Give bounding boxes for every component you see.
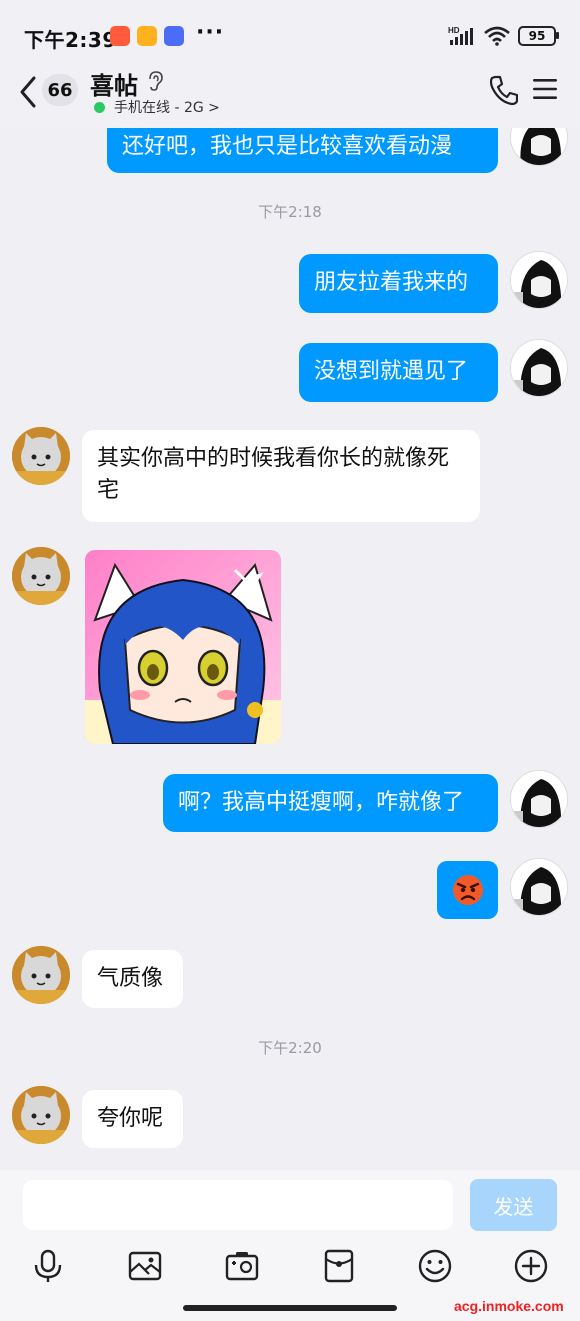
message-timestamp: 下午2:20 (258, 1039, 322, 1057)
online-status-text[interactable]: 手机在线 - 2G > (114, 97, 220, 117)
back-button[interactable] (14, 72, 44, 112)
cat-avatar-icon (12, 946, 70, 1004)
message-text: 朋友拉着我来的 (314, 270, 469, 295)
message-bubble-sent[interactable]: 没想到就遇见了 (299, 343, 498, 402)
message-text: 没想到就遇见了 (314, 359, 469, 384)
battery-icon: 95 (518, 26, 559, 46)
signal-icon: HD (448, 26, 473, 45)
message-timestamp: 下午2:18 (258, 203, 322, 221)
anime-avatar-icon (511, 859, 567, 915)
ear-mode-icon[interactable] (146, 70, 164, 92)
message-input[interactable] (23, 1180, 453, 1230)
anime-girl-sticker-icon (85, 550, 281, 744)
message-bubble-received[interactable]: 其实你高中的时候我看你长的就像死宅 (82, 430, 480, 522)
message-text: 气质像 (97, 966, 164, 991)
emoji-icon[interactable] (417, 1248, 453, 1284)
message-list[interactable]: 还好吧，我也只是比较喜欢看动漫 下午2:18 朋友拉着我来的 没想到就遇见了 其… (0, 128, 580, 1170)
camera-icon[interactable] (224, 1248, 260, 1284)
online-status-dot (94, 102, 105, 113)
battery-level: 95 (528, 29, 546, 43)
hd-label: HD (448, 26, 460, 35)
contact-avatar[interactable] (12, 427, 70, 485)
cat-avatar-icon (12, 427, 70, 485)
my-avatar[interactable] (510, 339, 568, 397)
my-avatar[interactable] (510, 251, 568, 309)
my-avatar[interactable] (510, 770, 568, 828)
wifi-icon (484, 26, 510, 46)
status-time: 下午2:39 (24, 28, 117, 52)
cat-avatar-icon (12, 1086, 70, 1144)
input-area: 发送 acg.inmoke.com (0, 1170, 580, 1321)
message-bubble-received[interactable]: 夸你呢 (82, 1090, 183, 1148)
anime-avatar-icon (511, 771, 567, 827)
menu-button[interactable] (532, 76, 558, 102)
my-avatar[interactable] (510, 128, 568, 166)
tieba-notification-icon (164, 26, 184, 46)
message-text: 还好吧，我也只是比较喜欢看动漫 (122, 134, 453, 159)
anime-avatar-icon (511, 340, 567, 396)
contact-avatar[interactable] (12, 1086, 70, 1144)
status-bar: 下午2:39 ··· HD 95 (0, 0, 580, 70)
chat-header: 66 喜帖 手机在线 - 2G > (0, 62, 580, 128)
message-bubble-sent[interactable]: 还好吧，我也只是比较喜欢看动漫 (107, 128, 498, 173)
more-notifications-icon: ··· (196, 20, 225, 45)
unread-count: 66 (47, 79, 73, 101)
image-icon[interactable] (127, 1248, 163, 1284)
my-avatar[interactable] (510, 858, 568, 916)
watermark-text: acg.inmoke.com (454, 1298, 564, 1314)
angry-face-icon (452, 875, 483, 905)
contact-avatar[interactable] (12, 547, 70, 605)
send-label: 发送 (493, 1194, 534, 1219)
send-button[interactable]: 发送 (470, 1179, 557, 1231)
message-text: 其实你高中的时候我看你长的就像死宅 (97, 446, 450, 503)
microphone-icon[interactable] (30, 1248, 66, 1284)
message-bubble-sent[interactable]: 朋友拉着我来的 (299, 254, 498, 313)
home-indicator[interactable] (183, 1305, 397, 1311)
contact-name[interactable]: 喜帖 (90, 66, 138, 101)
cat-avatar-icon (12, 547, 70, 605)
anime-avatar-icon (511, 252, 567, 308)
emoji-message-bubble[interactable] (437, 861, 498, 919)
message-bubble-received[interactable]: 气质像 (82, 950, 183, 1008)
red-packet-icon[interactable] (321, 1248, 357, 1284)
message-bubble-sent[interactable]: 啊？我高中挺瘦啊，咋就像了 (163, 774, 498, 832)
taobao-notification-icon (110, 26, 130, 46)
message-notification-icon (137, 26, 157, 46)
unread-count-badge[interactable]: 66 (42, 74, 78, 106)
sticker-image[interactable] (85, 550, 281, 744)
anime-avatar-icon (511, 128, 567, 165)
phone-call-button[interactable] (488, 74, 518, 106)
contact-avatar[interactable] (12, 946, 70, 1004)
message-text: 夸你呢 (97, 1106, 164, 1131)
plus-icon[interactable] (513, 1248, 549, 1284)
message-text: 啊？我高中挺瘦啊，咋就像了 (178, 790, 465, 815)
